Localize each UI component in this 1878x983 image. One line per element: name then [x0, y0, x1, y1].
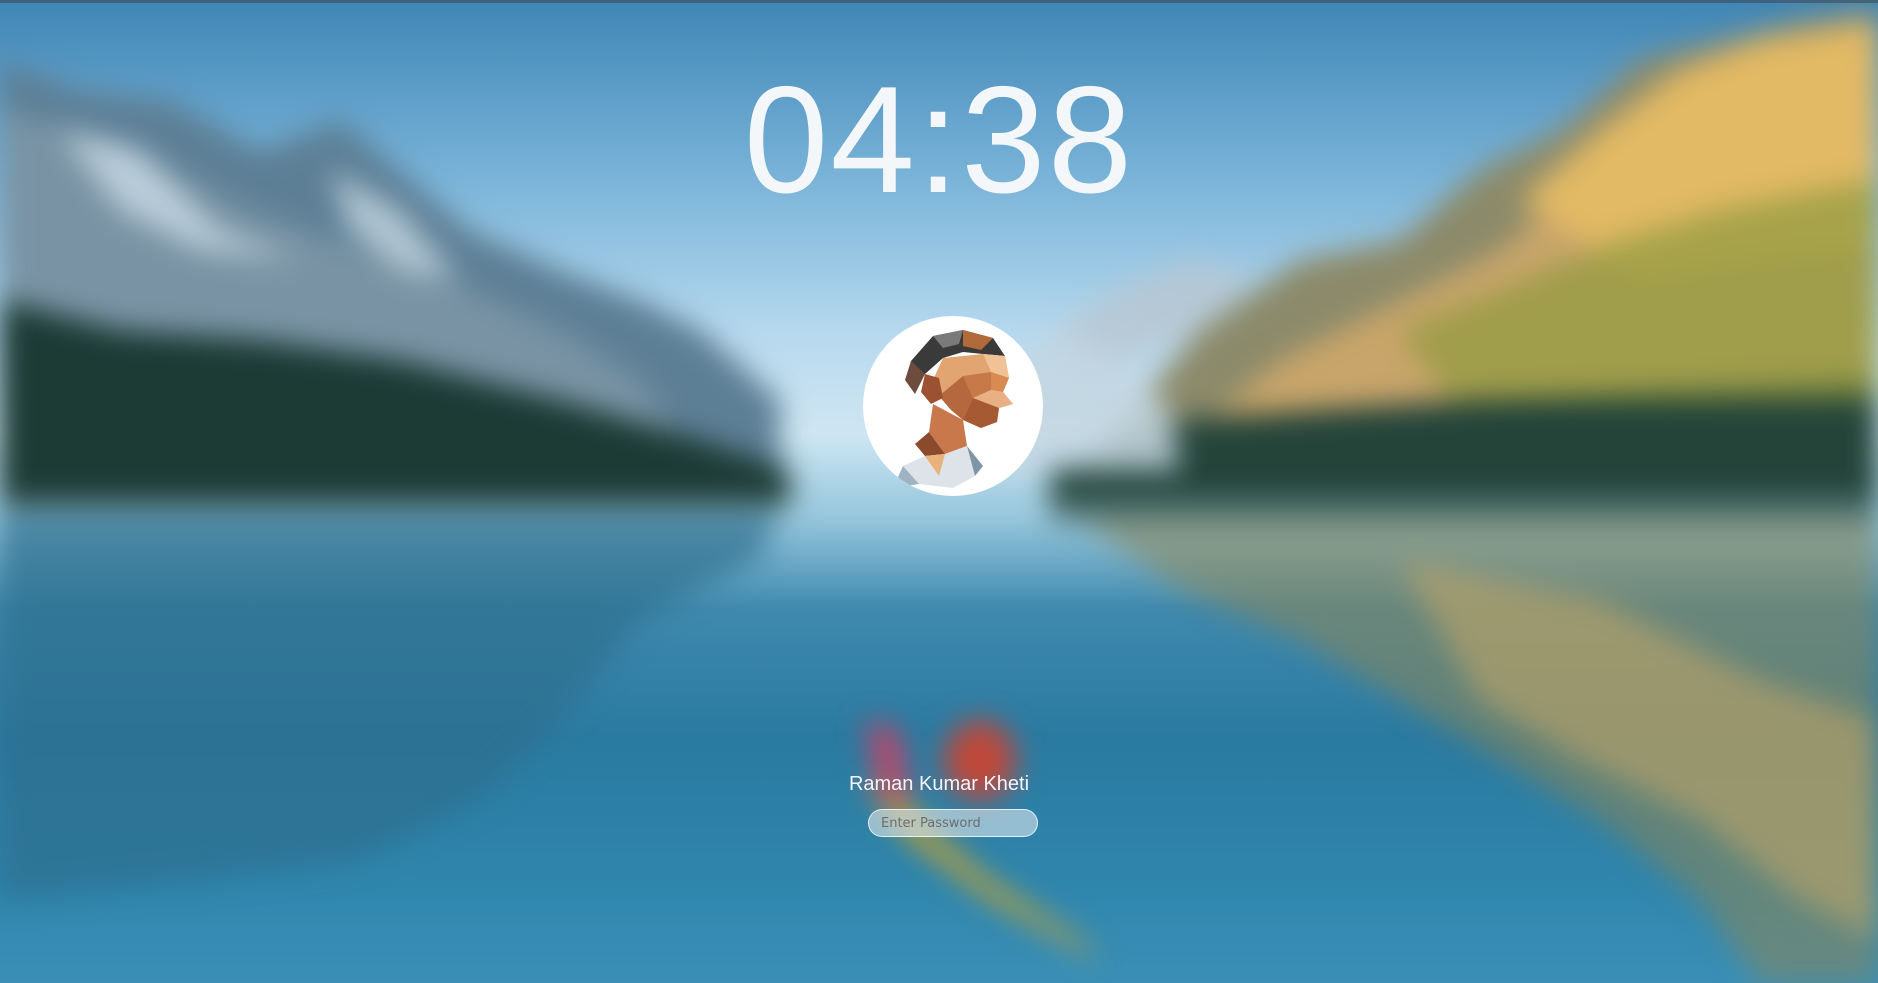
- top-border: [0, 0, 1878, 3]
- lock-screen: 04:38 Raman Kumar Kheti: [0, 0, 1878, 983]
- password-input[interactable]: [868, 809, 1038, 837]
- low-poly-portrait-icon: [893, 330, 1013, 488]
- user-avatar[interactable]: [863, 316, 1043, 496]
- user-name: Raman Kumar Kheti: [848, 773, 1030, 795]
- password-container: [868, 809, 1038, 837]
- lock-screen-clock: 04:38: [743, 55, 1135, 225]
